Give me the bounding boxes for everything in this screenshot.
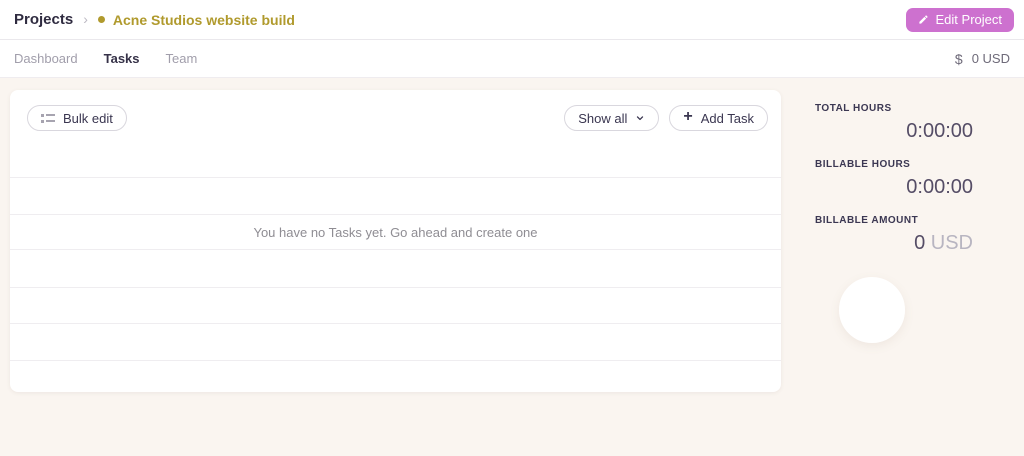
pencil-icon [918,14,929,25]
billable-amount-currency: USD [931,232,973,254]
plus-icon: + [683,109,692,125]
billable-hours-value: 0:00:00 [815,176,973,199]
tasks-toolbar: Bulk edit Show all + Add Task [10,90,781,177]
empty-tasks-message: You have no Tasks yet. Go ahead and crea… [253,225,537,240]
dollar-icon: $ [955,51,963,67]
bulk-edit-list-icon [41,114,55,123]
chevron-down-icon [635,111,645,126]
billable-hours-label: BILLABLE HOURS [815,159,973,170]
filter-label: Show all [578,111,627,126]
billable-hours-stat: BILLABLE HOURS 0:00:00 [815,159,973,199]
billable-donut-chart [839,277,905,343]
app-header: Projects › Acne Studios website build Ed… [0,0,1024,40]
task-row-placeholder: You have no Tasks yet. Go ahead and crea… [10,214,781,249]
edit-project-button[interactable]: Edit Project [906,8,1014,32]
billable-amount-stat: BILLABLE AMOUNT 0 USD [815,215,973,255]
total-hours-stat: TOTAL HOURS 0:00:00 [815,103,973,143]
breadcrumb: Projects › Acne Studios website build [14,11,295,29]
add-task-label: Add Task [701,111,754,126]
bulk-edit-label: Bulk edit [63,111,113,126]
bulk-edit-button[interactable]: Bulk edit [27,105,127,131]
total-hours-label: TOTAL HOURS [815,103,973,114]
project-color-dot [98,16,105,23]
task-row-placeholder [10,360,781,392]
tasks-card: Bulk edit Show all + Add Task You have n… [10,90,781,392]
breadcrumb-projects-link[interactable]: Projects [14,11,73,28]
task-row-placeholder [10,287,781,323]
tab-team[interactable]: Team [166,51,198,66]
toolbar-right-group: Show all + Add Task [564,105,768,131]
task-list: You have no Tasks yet. Go ahead and crea… [10,177,781,392]
task-row-placeholder [10,177,781,214]
breadcrumb-project-name[interactable]: Acne Studios website build [113,12,295,28]
billable-total-amount: 0 USD [972,51,1010,66]
add-task-button[interactable]: + Add Task [669,105,768,131]
task-row-placeholder [10,249,781,287]
tabs: Dashboard Tasks Team [14,51,197,66]
task-row-placeholder [10,323,781,360]
task-filter-dropdown[interactable]: Show all [564,105,659,131]
tab-dashboard[interactable]: Dashboard [14,51,78,66]
breadcrumb-separator-icon: › [81,11,90,29]
project-tab-bar: Dashboard Tasks Team $ 0 USD [0,40,1024,78]
edit-project-label: Edit Project [936,12,1002,27]
project-summary-panel: TOTAL HOURS 0:00:00 BILLABLE HOURS 0:00:… [815,103,973,271]
total-hours-value: 0:00:00 [815,120,973,143]
billable-amount-label: BILLABLE AMOUNT [815,215,973,226]
tab-tasks[interactable]: Tasks [104,51,140,66]
billable-amount-value: 0 USD [815,232,973,255]
project-billable-total: $ 0 USD [955,51,1010,67]
